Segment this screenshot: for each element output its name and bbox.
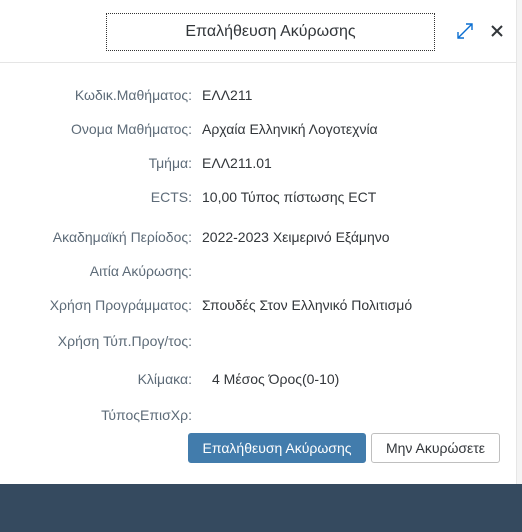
academic-period-label: Ακαδημαϊκή Περίοδος: [52, 229, 192, 245]
course-code-value: ΕΛΛ211 [202, 87, 253, 103]
ects-label: ECTS: [150, 189, 192, 205]
form-row-program-use: Χρήση Προγράμματος: Σπουδές Στον Ελληνικ… [0, 294, 516, 316]
cancel-reason-label: Αιτία Ακύρωσης: [89, 263, 192, 279]
close-icon[interactable] [486, 20, 508, 42]
ects-value: 10,00 Τύπος πίστωσης ECT [202, 189, 377, 205]
dialog-header: Επαλήθευση Ακύρωσης [0, 0, 516, 63]
form-row-scale: Κλίμακα: 4 Μέσος Όρος(0-10) [0, 368, 516, 390]
confirm-cancel-button[interactable]: Επαλήθευση Ακύρωσης [188, 433, 366, 463]
expand-icon[interactable] [454, 20, 476, 42]
form-row-academic-period: Ακαδημαϊκή Περίοδος: 2022-2023 Χειμερινό… [0, 226, 516, 248]
cancel-confirmation-dialog: Επαλήθευση Ακύρωσης Κωδικ.Μαθήματος: ΕΛΛ… [0, 0, 522, 532]
course-name-value: Αρχαία Ελληνική Λογοτεχνία [202, 121, 378, 137]
program-type-use-label: Χρήση Τύπ.Προγ/τος: [57, 333, 192, 349]
dialog-title: Επαλήθευση Ακύρωσης [106, 13, 435, 51]
course-code-label: Κωδικ.Μαθήματος: [74, 87, 192, 103]
form-row-cancel-reason: Αιτία Ακύρωσης: [0, 260, 516, 282]
scale-label: Κλίμακα: [137, 371, 192, 387]
do-not-cancel-button[interactable]: Μην Ακυρώσετε [371, 433, 500, 463]
credit-type-label: ΤύποςΕπισΧρ: [101, 407, 192, 423]
form-row-program-type-use: Χρήση Τύπ.Προγ/τος: [0, 330, 516, 352]
dialog-footer [0, 484, 522, 532]
section-label: Τμήμα: [148, 155, 192, 171]
form-row-credit-type: ΤύποςΕπισΧρ: [0, 404, 516, 426]
dialog-edge [516, 0, 522, 484]
program-use-label: Χρήση Προγράμματος: [49, 297, 192, 313]
program-use-value: Σπουδές Στον Ελληνικό Πολιτισμό [202, 297, 413, 313]
form-row-section: Τμήμα: ΕΛΛ211.01 [0, 152, 516, 174]
scale-value: 4 Μέσος Όρος(0-10) [212, 371, 340, 387]
section-value: ΕΛΛ211.01 [202, 155, 272, 171]
course-name-label: Ονομα Μαθήματος: [71, 121, 192, 137]
form-row-course-name: Ονομα Μαθήματος: Αρχαία Ελληνική Λογοτεχ… [0, 118, 516, 140]
academic-period-value: 2022-2023 Χειμερινό Εξάμηνο [202, 229, 390, 245]
form-row-ects: ECTS: 10,00 Τύπος πίστωσης ECT [0, 186, 516, 208]
form-row-course-code: Κωδικ.Μαθήματος: ΕΛΛ211 [0, 84, 516, 106]
